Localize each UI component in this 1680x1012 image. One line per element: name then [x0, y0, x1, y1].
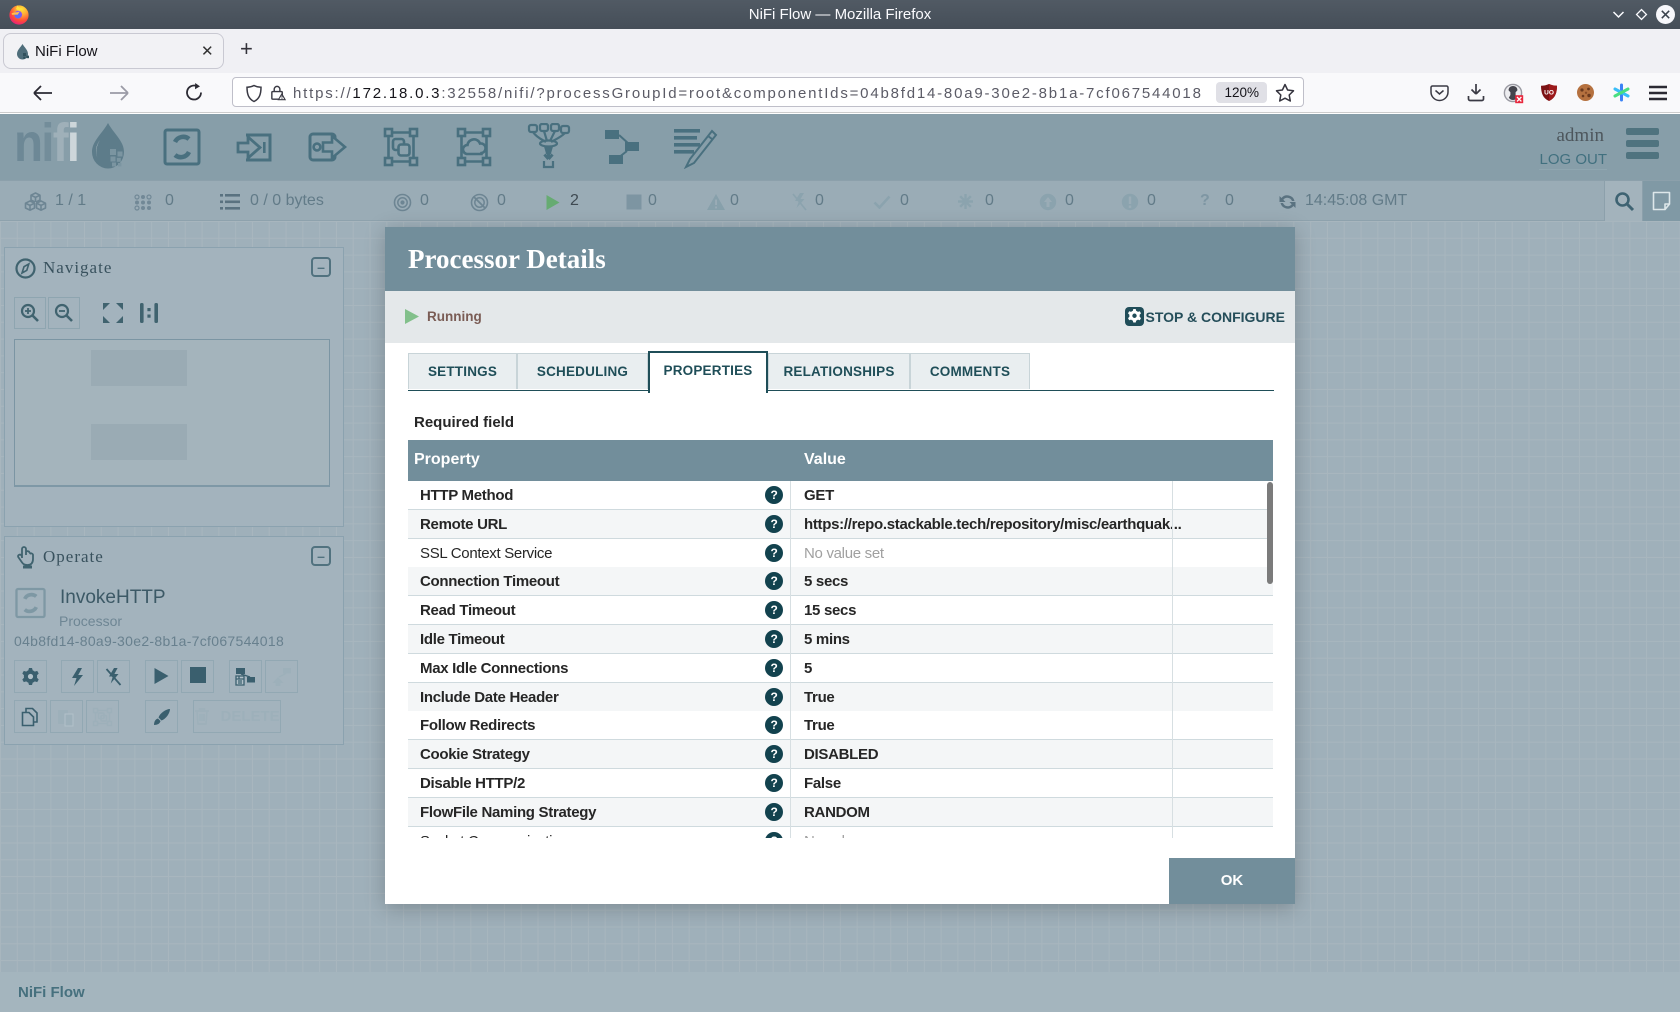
svg-text:UO: UO — [1544, 90, 1554, 97]
